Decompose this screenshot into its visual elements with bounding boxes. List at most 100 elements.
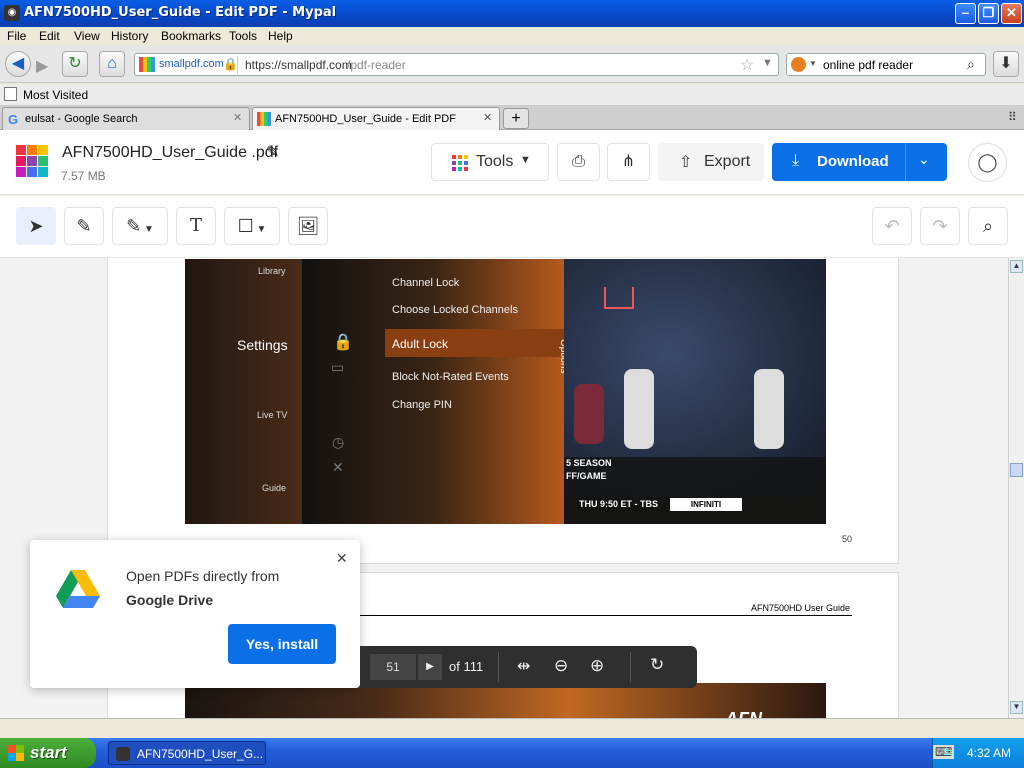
- tools-icon: ✕: [332, 459, 344, 475]
- undo-icon[interactable]: ↶: [872, 207, 912, 245]
- tab-list-icon[interactable]: ⠿: [1008, 110, 1017, 124]
- menu-help[interactable]: Help: [268, 29, 293, 43]
- download-button[interactable]: Download: [817, 153, 889, 170]
- url-divider: [237, 56, 238, 74]
- menu-file[interactable]: File: [7, 29, 26, 43]
- user-avatar-icon[interactable]: ◯: [968, 143, 1007, 182]
- upload-icon: ⇧: [679, 154, 693, 171]
- vertical-scrollbar[interactable]: ▲ ▼: [1008, 258, 1024, 718]
- google-icon: G: [8, 112, 19, 127]
- tools-button[interactable]: Tools ▼: [431, 143, 549, 181]
- app-icon: [116, 747, 130, 761]
- menu-history[interactable]: History: [111, 29, 148, 43]
- page-number-input[interactable]: 51: [370, 654, 416, 680]
- player: [574, 384, 604, 444]
- download-arrow-icon[interactable]: ⬇: [993, 51, 1019, 77]
- option-adult-lock: Adult Lock: [392, 337, 449, 351]
- close-icon[interactable]: ✕: [336, 550, 348, 567]
- taskbar-item-label: AFN7500HD_User_G...: [137, 747, 264, 761]
- ticker-game: FF/GAME: [566, 471, 607, 481]
- rotate-icon[interactable]: ↻: [650, 655, 664, 675]
- tab-label: eulsat - Google Search: [25, 113, 138, 125]
- shape-icon[interactable]: ☐ ▼: [224, 207, 280, 245]
- search-icon[interactable]: ⌕: [967, 56, 975, 73]
- bookmark-page-icon: [4, 87, 17, 101]
- export-label: Export: [704, 153, 751, 170]
- hoop: [604, 287, 634, 309]
- caret-down-icon: ▼: [520, 154, 531, 166]
- tab-edit-pdf[interactable]: AFN7500HD_User_Guide - Edit PDF ✕: [252, 107, 500, 130]
- tv-screenshot: Library Settings Live TV Guide 🔒 ▭ ◷ ✕ C…: [185, 259, 826, 524]
- pdf-page: Library Settings Live TV Guide 🔒 ▭ ◷ ✕ C…: [107, 258, 899, 564]
- options-panel: [302, 259, 564, 524]
- text-icon[interactable]: T: [176, 207, 216, 245]
- menu-bar: File Edit View History Bookmarks Tools H…: [0, 27, 1024, 45]
- fit-width-icon[interactable]: ⇹: [517, 656, 530, 676]
- star-icon[interactable]: ☆: [740, 55, 754, 75]
- minimize-button[interactable]: –: [955, 3, 976, 24]
- menu-guide: Guide: [262, 483, 287, 493]
- maximize-button[interactable]: ❐: [978, 3, 999, 24]
- window-title: AFN7500HD_User_Guide - Edit PDF - Mypal: [24, 5, 337, 20]
- infiniti-logo: INFINITI: [670, 498, 742, 511]
- search-engine-icon[interactable]: [791, 57, 806, 72]
- tab-close-icon[interactable]: ✕: [233, 111, 242, 124]
- menu-live-tv: Live TV: [257, 410, 288, 420]
- new-tab-button[interactable]: +: [503, 108, 529, 129]
- menu-tools[interactable]: Tools: [229, 29, 257, 43]
- page-number: 50: [842, 534, 853, 544]
- google-drive-icon: [56, 570, 100, 608]
- print-icon[interactable]: ⎙: [557, 143, 600, 181]
- search-bar[interactable]: ▼ online pdf reader ⌕: [786, 53, 986, 76]
- next-page-icon[interactable]: ▶: [418, 654, 442, 680]
- url-bar[interactable]: smallpdf.com 🔒 https://smallpdf.com /pdf…: [134, 53, 779, 76]
- search-document-icon[interactable]: ⌕: [968, 207, 1008, 245]
- highlighter-icon[interactable]: ✎ ▼: [112, 207, 168, 245]
- reload-icon[interactable]: ↻: [62, 51, 88, 77]
- rename-pencil-icon[interactable]: ✎: [266, 142, 279, 162]
- system-tray: ⌨ ⇆ 4:32 AM: [932, 738, 1024, 768]
- share-icon[interactable]: ⋔: [607, 143, 650, 181]
- back-icon[interactable]: ◀: [5, 51, 31, 77]
- dropdown-icon[interactable]: ▼: [762, 57, 773, 69]
- bookmark-most-visited[interactable]: Most Visited: [23, 88, 88, 102]
- install-button[interactable]: Yes, install: [228, 624, 336, 664]
- redo-icon[interactable]: ↷: [920, 207, 960, 245]
- tab-google-search[interactable]: G eulsat - Google Search ✕: [2, 107, 250, 130]
- start-button[interactable]: start: [0, 738, 96, 768]
- download-options-icon[interactable]: ⌄: [918, 151, 930, 168]
- menu-bookmarks[interactable]: Bookmarks: [161, 29, 221, 43]
- player: [754, 369, 784, 449]
- zoom-in-icon[interactable]: ⊕: [590, 656, 604, 676]
- tools-grid-icon: [452, 155, 468, 171]
- export-button[interactable]: ⇧ Export: [658, 143, 764, 181]
- search-input[interactable]: online pdf reader: [823, 58, 913, 72]
- forward-icon[interactable]: ▶: [36, 56, 48, 76]
- engine-dropdown-icon[interactable]: ▼: [809, 59, 817, 68]
- menu-settings: Settings: [237, 337, 288, 353]
- network-icon[interactable]: ⇆: [943, 744, 955, 761]
- pencil-icon[interactable]: ✎: [64, 207, 104, 245]
- divider: [498, 652, 499, 682]
- menu-edit[interactable]: Edit: [39, 29, 60, 43]
- scroll-up-icon[interactable]: ▲: [1010, 260, 1023, 273]
- menu-view[interactable]: View: [74, 29, 100, 43]
- scroll-thumb[interactable]: [1010, 463, 1023, 477]
- lock-icon: 🔒: [223, 57, 238, 71]
- page-controls: 51 ▶ of 111 ⇹ ⊖ ⊕ ↻: [360, 646, 697, 688]
- google-drive-popup: Open PDFs directly from Google Drive ✕ Y…: [30, 540, 360, 688]
- home-icon[interactable]: ⌂: [99, 51, 125, 77]
- smallpdf-logo[interactable]: [16, 145, 48, 177]
- tab-close-icon[interactable]: ✕: [483, 111, 492, 124]
- tv-icon: ▭: [331, 359, 345, 375]
- image-icon[interactable]: 🖼: [288, 207, 328, 245]
- option-channel-lock: Channel Lock: [392, 277, 460, 289]
- select-cursor-icon[interactable]: ➤: [16, 207, 56, 245]
- close-button[interactable]: ✕: [1001, 3, 1022, 24]
- lock-icon: 🔒: [333, 334, 353, 351]
- tab-label: AFN7500HD_User_Guide - Edit PDF: [275, 113, 456, 125]
- zoom-out-icon[interactable]: ⊖: [554, 656, 568, 676]
- taskbar-item-browser[interactable]: AFN7500HD_User_G...: [108, 741, 266, 765]
- site-identity[interactable]: smallpdf.com: [159, 58, 224, 70]
- scroll-down-icon[interactable]: ▼: [1010, 701, 1023, 714]
